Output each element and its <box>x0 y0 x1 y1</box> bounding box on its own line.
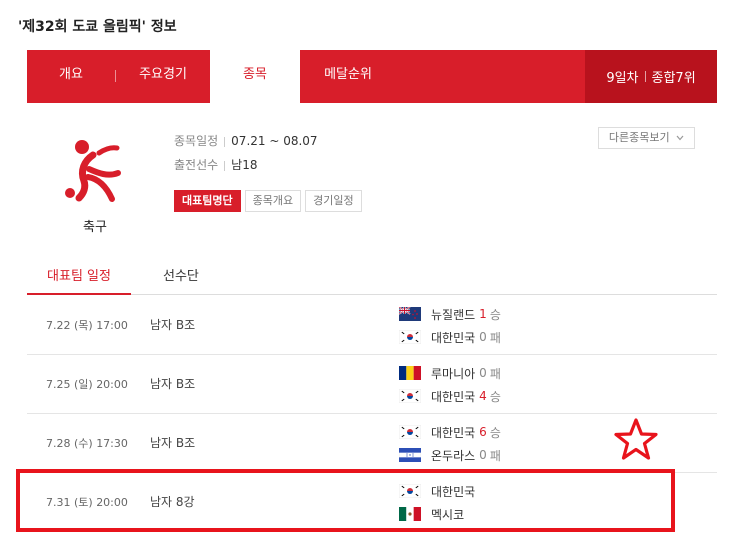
team-line: 대한민국 4 승 <box>399 386 501 406</box>
sport-button-row: 대표팀명단 종목개요 경기일정 <box>174 190 362 212</box>
match-row[interactable]: 7.22 (목) 17:00 남자 B조 뉴질랜드 1 승 대한민국 0 패 <box>27 296 717 355</box>
team-name: 대한민국 <box>431 425 476 440</box>
team-result: 승 <box>489 425 501 440</box>
team-line: 뉴질랜드 1 승 <box>399 304 501 324</box>
info-divider <box>224 136 226 147</box>
match-event: 남자 B조 <box>150 436 196 450</box>
day-count: 9일차 <box>606 71 639 86</box>
match-event: 남자 B조 <box>150 377 196 391</box>
team-score: 0 <box>479 366 487 380</box>
rank-divider <box>644 71 646 82</box>
match-row[interactable]: 7.25 (일) 20:00 남자 B조 루마니아 0 패 대한민국 4 승 <box>27 355 717 414</box>
sport-name: 축구 <box>83 220 107 235</box>
athletes-label: 출전선수 <box>174 158 219 172</box>
athletes-row: 출전선수 남18 <box>174 156 257 173</box>
team-result: 승 <box>489 307 501 322</box>
tab-major-matches[interactable]: 주요경기 <box>116 50 210 103</box>
team-line: 대한민국 6 승 <box>399 422 501 442</box>
team-name: 대한민국 <box>431 330 476 345</box>
match-date: 7.25 (일) 20:00 <box>46 378 128 391</box>
overall-rank: 종합7위 <box>651 71 696 86</box>
schedule-subtabs: 대표팀 일정 선수단 <box>27 260 717 295</box>
team-line: 대한민국 0 패 <box>399 327 501 347</box>
other-sports-label: 다른종목보기 <box>608 131 670 144</box>
team-score: 0 <box>479 448 487 462</box>
team-score: 1 <box>479 307 487 321</box>
team-line: 온두라스 0 패 <box>399 445 501 465</box>
team-line: 루마니아 0 패 <box>399 363 501 383</box>
athletes-value: 남18 <box>231 158 258 172</box>
tab-sports[interactable]: 종목 <box>210 50 300 105</box>
team-result: 승 <box>489 389 501 404</box>
other-sports-dropdown[interactable]: 다른종목보기 <box>598 127 695 149</box>
new-zealand-flag-icon <box>399 307 421 321</box>
match-schedule-button[interactable]: 경기일정 <box>305 190 362 212</box>
team-name: 루마니아 <box>431 366 476 381</box>
soccer-pictogram-icon <box>65 140 121 202</box>
tab-medal-ranking[interactable]: 메달순위 <box>300 50 396 103</box>
team-result: 패 <box>489 448 501 463</box>
sport-overview-button[interactable]: 종목개요 <box>244 190 302 212</box>
highlight-box <box>16 469 675 532</box>
info-divider <box>224 160 226 171</box>
tab-overview[interactable]: 개요 <box>27 50 115 103</box>
roster-button[interactable]: 대표팀명단 <box>174 190 241 212</box>
tab-delegation[interactable]: 선수단 <box>163 260 199 295</box>
match-date: 7.22 (목) 17:00 <box>46 319 128 332</box>
schedule-row: 종목일정 07.21 ~ 08.07 <box>174 132 318 149</box>
team-result: 패 <box>489 330 501 345</box>
honduras-flag-icon <box>399 448 421 462</box>
page-title: '제32회 도쿄 올림픽' 정보 <box>18 19 177 35</box>
match-event: 남자 B조 <box>150 318 196 332</box>
schedule-value: 07.21 ~ 08.07 <box>231 134 318 148</box>
team-score: 6 <box>479 425 487 439</box>
team-score: 0 <box>479 330 487 344</box>
schedule-label: 종목일정 <box>174 134 219 148</box>
main-tab-bar: 개요 주요경기 종목 메달순위 9일차 종합7위 <box>27 50 717 105</box>
team-name: 대한민국 <box>431 389 476 404</box>
korea-flag-icon <box>399 330 421 344</box>
korea-flag-icon <box>399 425 421 439</box>
chevron-down-icon <box>676 135 684 141</box>
team-name: 뉴질랜드 <box>431 307 476 322</box>
romania-flag-icon <box>399 366 421 380</box>
match-date: 7.28 (수) 17:30 <box>46 437 128 450</box>
team-result: 패 <box>489 366 501 381</box>
star-annotation-icon <box>614 418 658 460</box>
rank-summary: 9일차 종합7위 <box>585 50 717 103</box>
korea-flag-icon <box>399 389 421 403</box>
team-score: 4 <box>479 389 487 403</box>
tab-team-schedule[interactable]: 대표팀 일정 <box>27 260 131 295</box>
team-name: 온두라스 <box>431 448 476 463</box>
